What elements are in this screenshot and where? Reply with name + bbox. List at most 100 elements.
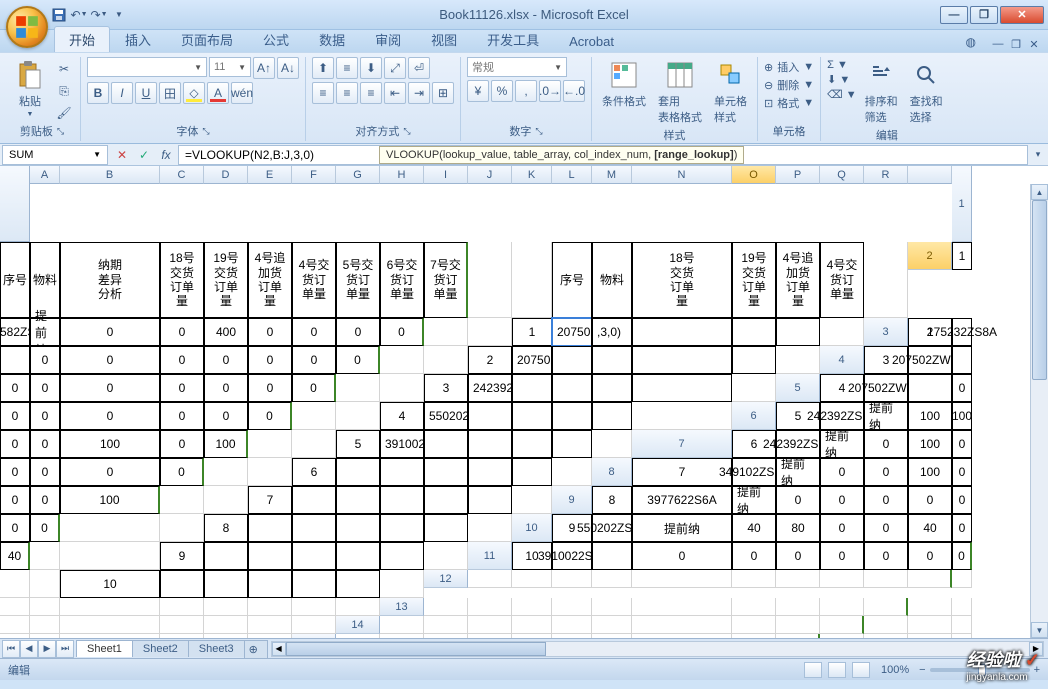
font-launcher-icon[interactable]: ⤡: [202, 126, 209, 137]
cell-n-5[interactable]: [336, 458, 380, 486]
minimize-button[interactable]: —: [940, 6, 968, 24]
cell-m-1[interactable]: 2: [468, 346, 512, 374]
cell-o[interactable]: [468, 402, 512, 430]
first-sheet-button[interactable]: ⏮: [2, 640, 20, 658]
cell-data1-2-9[interactable]: 0: [292, 374, 336, 402]
page-break-view-button[interactable]: [852, 662, 870, 678]
col-header-D[interactable]: D: [204, 166, 248, 184]
scroll-left-button[interactable]: ◀: [272, 642, 286, 656]
comma-button[interactable]: ,: [515, 80, 537, 102]
cell-empty[interactable]: [908, 598, 952, 616]
cell-o[interactable]: [424, 430, 468, 458]
cell-data1-6-5[interactable]: 100: [908, 458, 952, 486]
cell-data1-2-8[interactable]: 0: [248, 374, 292, 402]
cell-empty[interactable]: [776, 616, 820, 634]
tab-data[interactable]: 数据: [304, 26, 360, 52]
sheet-tab-1[interactable]: Sheet1: [76, 640, 133, 657]
cell-empty[interactable]: [292, 598, 336, 616]
cell-empty[interactable]: [592, 598, 632, 616]
cell-data1-6-7[interactable]: 0: [0, 486, 30, 514]
cell-m-3[interactable]: 4: [380, 402, 424, 430]
align-left-button[interactable]: ≡: [312, 82, 334, 104]
cut-button[interactable]: ✂: [54, 59, 74, 79]
vertical-scrollbar[interactable]: ▲ ▼: [1030, 184, 1048, 638]
active-cell[interactable]: ,3,0): [592, 318, 632, 346]
header2-1[interactable]: 物料: [592, 242, 632, 318]
cell-data1-7-6[interactable]: 0: [908, 486, 952, 514]
indent-inc-button[interactable]: ⇥: [408, 82, 430, 104]
cell-n-2[interactable]: 242392ZS6B: [468, 374, 512, 402]
undo-icon[interactable]: ↶▼: [70, 6, 88, 24]
cell-empty[interactable]: [512, 634, 552, 638]
cell-empty[interactable]: [732, 598, 776, 616]
cell-empty[interactable]: [512, 616, 552, 634]
select-all-corner[interactable]: [0, 166, 30, 242]
row-header-1[interactable]: 1: [952, 166, 972, 242]
expand-formula-bar-button[interactable]: ▾: [1028, 149, 1048, 160]
fx-button[interactable]: fx: [156, 145, 176, 165]
redo-icon[interactable]: ↷▼: [90, 6, 108, 24]
zoom-out-button[interactable]: −: [919, 664, 925, 676]
number-format-combo[interactable]: 常规▼: [467, 57, 567, 77]
cell-data1-1-2[interactable]: [0, 346, 30, 374]
cell-empty[interactable]: [0, 634, 30, 638]
dec-decimal-button[interactable]: ←.0: [563, 80, 585, 102]
cell-data1-2-6[interactable]: 0: [160, 374, 204, 402]
cell-data1-9-2[interactable]: [592, 542, 632, 570]
cell-data1-2-3[interactable]: 0: [0, 374, 30, 402]
cell-n-3[interactable]: 550202ZS5A: [424, 402, 468, 430]
cell-data1-7-3[interactable]: 0: [776, 486, 820, 514]
cell-empty[interactable]: [336, 634, 380, 638]
fill-color-button[interactable]: ◇: [183, 82, 205, 104]
percent-button[interactable]: %: [491, 80, 513, 102]
col-header-L[interactable]: L: [552, 166, 592, 184]
format-cells-button[interactable]: ⊡ 格式 ▼: [764, 95, 814, 111]
header2-3[interactable]: 19号 交货 订单 量: [732, 242, 776, 318]
tab-acrobat[interactable]: Acrobat: [554, 30, 629, 52]
header2-4[interactable]: 4号追 加货 订单 量: [776, 242, 820, 318]
cell-empty[interactable]: [908, 616, 952, 634]
cell-data1-3-2[interactable]: [908, 374, 952, 402]
cell-empty[interactable]: [908, 634, 952, 638]
cell-data1-0-5[interactable]: 400: [204, 318, 248, 346]
cell-n-0[interactable]: 207502ZWOA: [552, 318, 592, 346]
cell-m-6[interactable]: 7: [248, 486, 292, 514]
cell-data1-0-7[interactable]: 0: [292, 318, 336, 346]
cell-empty[interactable]: [204, 598, 248, 616]
border-button[interactable]: 田: [159, 82, 181, 104]
align-middle-button[interactable]: ≡: [336, 57, 358, 79]
row-header-12[interactable]: 12: [424, 570, 468, 588]
cell-data1-4-8[interactable]: 0: [160, 430, 204, 458]
merge-button[interactable]: ⊞: [432, 82, 454, 104]
cell-data1-6-3[interactable]: 0: [820, 458, 864, 486]
col-header-R[interactable]: R: [864, 166, 908, 184]
cell-data1-4-3[interactable]: 100: [908, 402, 952, 430]
cell-n-4[interactable]: 3910022S00: [380, 430, 424, 458]
cell-o[interactable]: [248, 542, 292, 570]
scroll-down-button[interactable]: ▼: [1031, 622, 1048, 638]
cell-empty[interactable]: [160, 616, 204, 634]
cell-data1-7-0[interactable]: 8: [592, 486, 632, 514]
cell-empty[interactable]: [60, 616, 160, 634]
cell-data1-7-5[interactable]: 0: [864, 486, 908, 514]
cell-data1-0-3[interactable]: 0: [60, 318, 160, 346]
cell-empty[interactable]: [30, 616, 60, 634]
tab-home[interactable]: 开始: [54, 26, 110, 52]
cell-data1-1-6[interactable]: 0: [204, 346, 248, 374]
col-header-E[interactable]: E: [248, 166, 292, 184]
row-header-10[interactable]: 10: [512, 514, 552, 542]
cell-data1-9-1[interactable]: 3910022S00: [552, 542, 592, 570]
cell-data1-1-3[interactable]: 0: [30, 346, 60, 374]
cell-n-6[interactable]: [292, 486, 336, 514]
cell-data1-4-2[interactable]: 提前纳: [864, 402, 908, 430]
cell-empty[interactable]: [820, 634, 864, 638]
row-header-7[interactable]: 7: [632, 430, 732, 458]
cell-empty[interactable]: [424, 598, 468, 616]
tab-pagelayout[interactable]: 页面布局: [166, 26, 248, 52]
header2-0[interactable]: 序号: [552, 242, 592, 318]
row-header-13[interactable]: 13: [380, 598, 424, 616]
copy-button[interactable]: ⎘: [54, 81, 74, 101]
cell-empty[interactable]: [820, 570, 864, 588]
cell-empty[interactable]: [380, 616, 424, 634]
cell-o[interactable]: [512, 374, 552, 402]
